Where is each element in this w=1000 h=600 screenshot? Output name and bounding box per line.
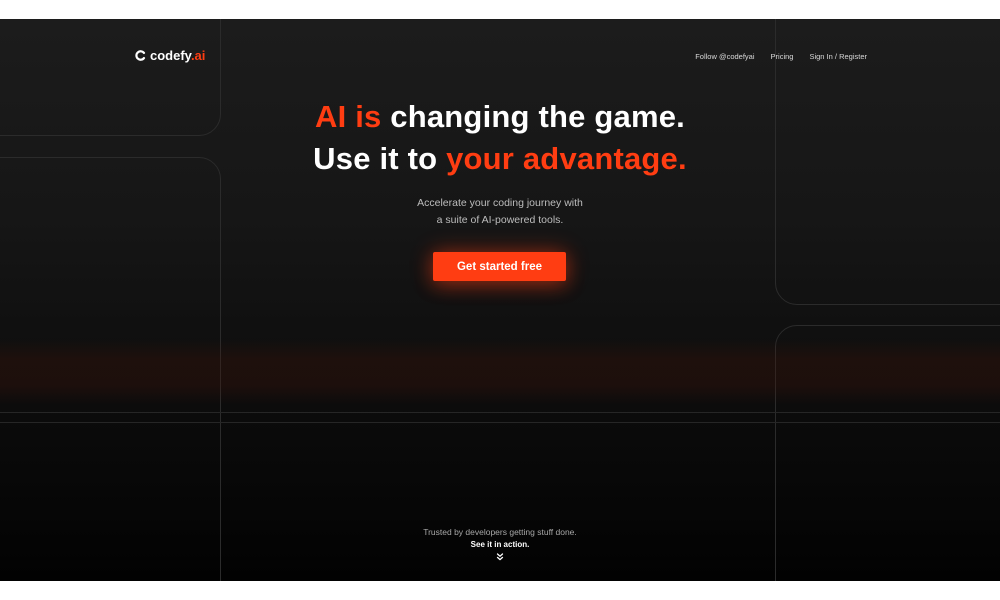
hero-headline-line-1: AI is changing the game.: [315, 99, 685, 134]
hero-headline: AI is changing the game. Use it to your …: [0, 96, 1000, 180]
nav-signin-link[interactable]: Sign In / Register: [809, 52, 867, 61]
top-nav: Follow @codefyai Pricing Sign In / Regis…: [695, 52, 867, 61]
double-chevron-down-icon[interactable]: [495, 552, 505, 562]
get-started-button[interactable]: Get started free: [433, 252, 566, 281]
hero-subtitle: Accelerate your coding journey with a su…: [0, 195, 1000, 229]
decor-line: [0, 422, 1000, 423]
codefy-logo-icon: [135, 50, 146, 61]
nav-follow-link[interactable]: Follow @codefyai: [695, 52, 754, 61]
decor-glow-band: [0, 339, 1000, 405]
brand-logo[interactable]: codefy.ai: [135, 48, 205, 63]
landing-page: codefy.ai Follow @codefyai Pricing Sign …: [0, 19, 1000, 581]
nav-pricing-link[interactable]: Pricing: [771, 52, 794, 61]
hero-subtitle-line-1: Accelerate your coding journey with: [417, 197, 583, 209]
decor-line: [0, 412, 1000, 413]
hero-subtitle-line-2: a suite of AI-powered tools.: [436, 214, 564, 226]
see-it-in-action-link[interactable]: See it in action.: [0, 540, 1000, 549]
brand-name: codefy.ai: [150, 48, 206, 63]
hero-headline-line-2: Use it to your advantage.: [313, 141, 687, 176]
trusted-text: Trusted by developers getting stuff done…: [423, 527, 577, 537]
